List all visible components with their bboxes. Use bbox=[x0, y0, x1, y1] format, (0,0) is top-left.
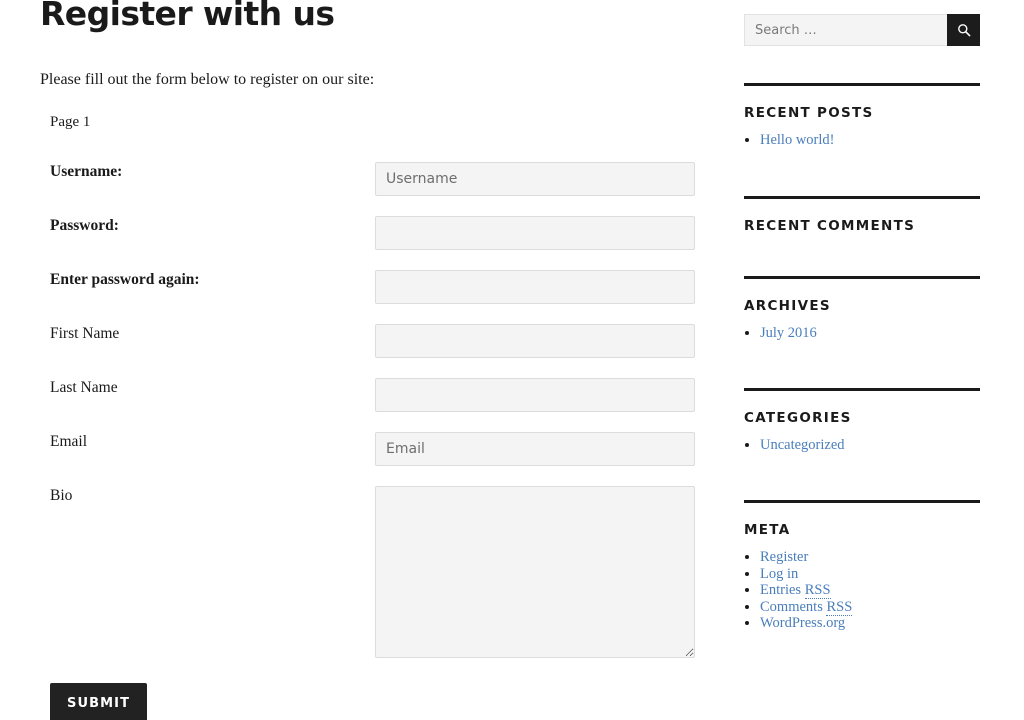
label-first-name: First Name bbox=[50, 325, 120, 342]
label-email: Email bbox=[50, 433, 88, 450]
widget-title-categories: Categories bbox=[744, 410, 852, 426]
link-log-in[interactable]: Log in bbox=[760, 566, 798, 582]
control-password bbox=[375, 216, 695, 250]
field-row-bio: Bio bbox=[40, 486, 700, 662]
link-uncategorized[interactable]: Uncategorized bbox=[760, 437, 845, 453]
widget-title-recent-posts: Recent Posts bbox=[744, 105, 874, 121]
list-item: Entries RSS bbox=[760, 582, 980, 599]
list-item: Comments RSS bbox=[760, 598, 980, 616]
sidebar: Recent Posts Hello world! Recent Comment… bbox=[744, 0, 980, 631]
link-july-2016[interactable]: July 2016 bbox=[760, 325, 817, 341]
field-row-email: Email bbox=[40, 432, 700, 470]
widget-list-recent-posts: Hello world! bbox=[744, 132, 980, 149]
control-first-name bbox=[375, 324, 695, 358]
rss-abbr: RSS bbox=[826, 598, 853, 616]
input-last-name[interactable] bbox=[375, 378, 695, 412]
field-row-username: Username: bbox=[40, 162, 700, 200]
label-username: Username: bbox=[50, 163, 123, 180]
link-hello-world[interactable]: Hello world! bbox=[760, 132, 835, 148]
page-title: Register with us bbox=[40, 0, 335, 33]
main-content: Register with us Please fill out the for… bbox=[40, 0, 700, 720]
control-password-confirm bbox=[375, 270, 695, 304]
label-password-confirm: Enter password again: bbox=[50, 271, 200, 288]
link-comments-rss-text: Comments bbox=[760, 598, 827, 615]
list-item: Hello world! bbox=[760, 132, 980, 149]
search-widget bbox=[744, 14, 980, 46]
control-email bbox=[375, 432, 695, 466]
list-item: Uncategorized bbox=[760, 437, 980, 454]
input-password-confirm[interactable] bbox=[375, 270, 695, 304]
registration-form: Page 1 Username: Password: Enter passwor… bbox=[40, 112, 700, 662]
list-item: Register bbox=[760, 549, 980, 566]
search-button[interactable] bbox=[947, 14, 980, 46]
widget-title-archives: Archives bbox=[744, 298, 831, 314]
form-page-marker: Page 1 bbox=[50, 114, 91, 130]
widget-archives: Archives July 2016 bbox=[744, 276, 980, 342]
field-row-password-confirm: Enter password again: bbox=[40, 270, 700, 308]
input-username[interactable] bbox=[375, 162, 695, 196]
list-item: July 2016 bbox=[760, 325, 980, 342]
page-root: Register with us Please fill out the for… bbox=[0, 0, 1024, 720]
search-input[interactable] bbox=[744, 14, 947, 46]
link-comments-rss[interactable]: Comments RSS bbox=[760, 598, 853, 616]
label-bio: Bio bbox=[50, 487, 73, 504]
submit-button[interactable]: Submit bbox=[50, 683, 148, 720]
rss-abbr: RSS bbox=[804, 582, 831, 599]
input-bio[interactable] bbox=[375, 486, 695, 658]
input-email[interactable] bbox=[375, 432, 695, 466]
link-register[interactable]: Register bbox=[760, 549, 808, 565]
list-item: Log in bbox=[760, 566, 980, 583]
field-row-password: Password: bbox=[40, 216, 700, 254]
link-entries-rss-text: Entries bbox=[760, 582, 805, 598]
field-row-first-name: First Name bbox=[40, 324, 700, 362]
widget-list-categories: Uncategorized bbox=[744, 437, 980, 454]
label-password: Password: bbox=[50, 217, 119, 234]
widget-recent-comments: Recent Comments bbox=[744, 196, 980, 235]
search-icon bbox=[957, 24, 970, 37]
list-item: WordPress.org bbox=[760, 615, 980, 632]
link-wordpress-org[interactable]: WordPress.org bbox=[760, 615, 845, 631]
widget-title-meta: Meta bbox=[744, 522, 791, 538]
control-last-name bbox=[375, 378, 695, 412]
widget-meta: Meta Register Log in Entries RSS Comment… bbox=[744, 500, 980, 632]
link-entries-rss[interactable]: Entries RSS bbox=[760, 582, 831, 599]
input-first-name[interactable] bbox=[375, 324, 695, 358]
control-username bbox=[375, 162, 695, 196]
control-bio bbox=[375, 486, 695, 658]
widget-title-recent-comments: Recent Comments bbox=[744, 218, 916, 234]
widget-list-meta: Register Log in Entries RSS Comments RSS… bbox=[744, 549, 980, 632]
widget-list-archives: July 2016 bbox=[744, 325, 980, 342]
field-row-last-name: Last Name bbox=[40, 378, 700, 416]
widget-categories: Categories Uncategorized bbox=[744, 388, 980, 454]
label-last-name: Last Name bbox=[50, 379, 118, 396]
widget-recent-posts: Recent Posts Hello world! bbox=[744, 83, 980, 149]
intro-text: Please fill out the form below to regist… bbox=[40, 71, 375, 88]
input-password[interactable] bbox=[375, 216, 695, 250]
